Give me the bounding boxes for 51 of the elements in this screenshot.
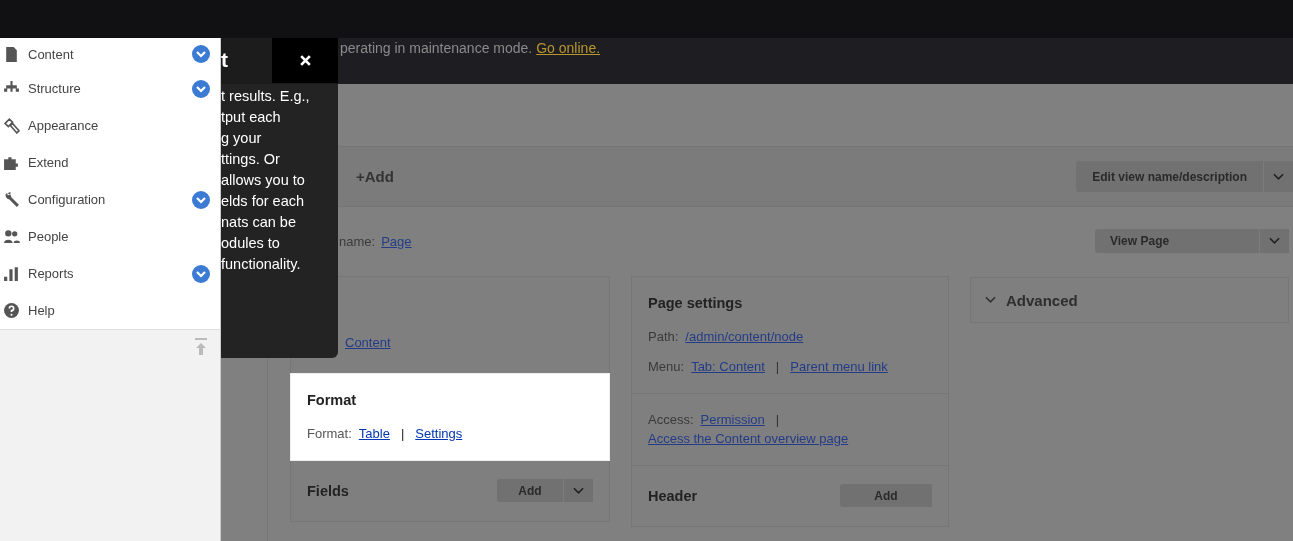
advanced-panel[interactable]: Advanced (970, 277, 1289, 323)
separator-text: | (775, 412, 780, 428)
caret-icon (1273, 172, 1284, 181)
section-title: Header (648, 487, 698, 504)
menu-item[interactable]: Content (0, 38, 220, 71)
setting-link[interactable]: /admin/content/node (685, 329, 804, 345)
chevron-down-icon[interactable] (192, 264, 210, 283)
menu-icon (3, 228, 20, 245)
setting-link[interactable]: Table (358, 426, 390, 442)
setting-label: Path: (648, 329, 679, 345)
chevron-down-icon[interactable] (192, 45, 210, 63)
menu-item[interactable]: Reports (0, 255, 220, 293)
go-online-link[interactable]: Go online. (536, 40, 601, 56)
maintenance-message: perating in maintenance mode. (340, 40, 533, 56)
tooltip-text: t results. E.g., tput each g your ttings. Or allows you to elds for each nats can be odules to functionality. (221, 87, 311, 274)
setting-link[interactable]: Tab: Content (691, 359, 765, 375)
setting-label: Format: (307, 426, 352, 442)
menu-item[interactable]: Help (0, 292, 220, 330)
separator-text: | (400, 426, 405, 442)
menu-icon (3, 302, 20, 319)
menu-icon (3, 117, 20, 134)
menu-item[interactable]: Configuration (0, 181, 220, 219)
setting-link[interactable]: Parent menu link (790, 359, 888, 375)
setting-label: Menu: (648, 359, 685, 375)
display-name-link[interactable]: Page (381, 233, 412, 249)
chevron-down-icon[interactable] (192, 190, 210, 209)
setting-link[interactable]: Content (345, 335, 391, 351)
setting-link[interactable]: Settings (415, 426, 463, 442)
caret-icon (1269, 237, 1280, 245)
menu-icon (3, 265, 20, 282)
setting-link[interactable]: Access the Content overview page (648, 431, 849, 447)
menu-item[interactable]: People (0, 218, 220, 256)
menu-item[interactable]: Structure (0, 70, 220, 108)
separator-text: | (775, 359, 780, 375)
section-title: Page settings (648, 295, 743, 311)
menu-icon (3, 45, 20, 63)
chevron-down-icon[interactable] (192, 79, 210, 98)
setting-label: Access: (648, 412, 694, 428)
setting-link[interactable]: Permission (700, 412, 765, 428)
caret-icon (573, 486, 584, 495)
add-display-link[interactable]: +Add (356, 168, 394, 185)
display-name-label: name: (339, 233, 376, 249)
section-title: Format (307, 392, 357, 408)
tooltip-title: t (221, 48, 228, 73)
menu-item[interactable]: Appearance (0, 107, 220, 145)
menu-item[interactable]: Extend (0, 144, 220, 182)
section-title: Fields (307, 482, 349, 499)
menu-icon (3, 154, 20, 171)
add-button[interactable]: Add (840, 484, 932, 507)
menu-icon (3, 191, 20, 208)
close-icon[interactable] (298, 54, 312, 67)
